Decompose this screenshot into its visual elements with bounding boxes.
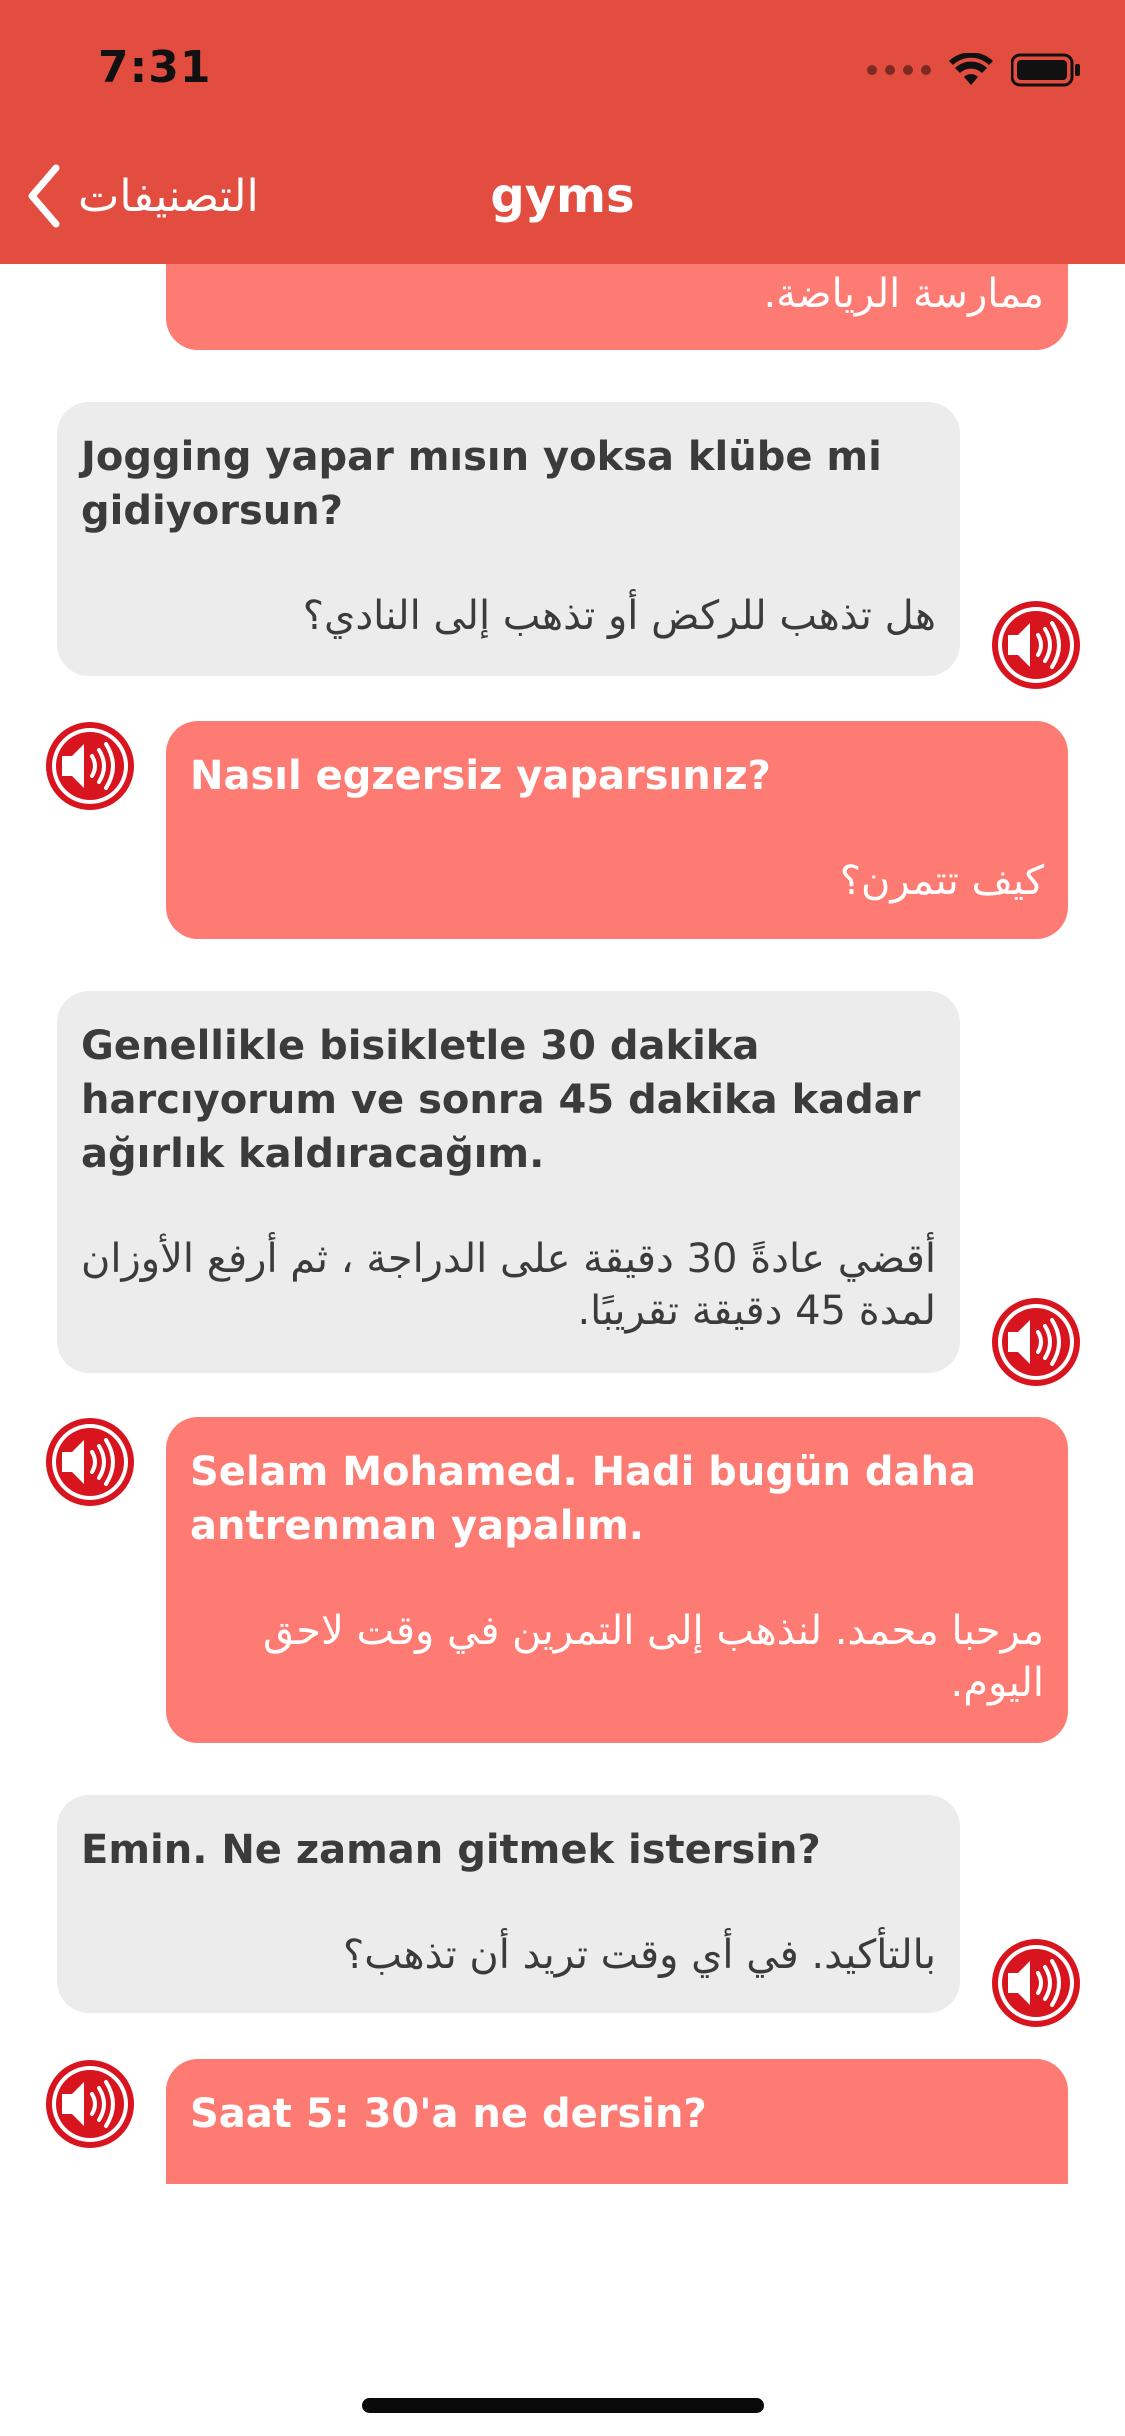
message-turkish-text: Jogging yapar mısın yoksa klübe mi gidiy…	[81, 434, 882, 534]
message-turkish-text: Selam Mohamed. Hadi bugün daha antrenman…	[190, 1449, 977, 1549]
chevron-left-icon	[28, 164, 60, 228]
home-indicator[interactable]	[362, 2398, 764, 2413]
battery-icon	[1011, 53, 1081, 87]
message-arabic-text: هل تذهب للركض أو تذهب إلى النادي؟	[302, 593, 936, 639]
message-turkish-text: Nasıl egzersiz yaparsınız?	[190, 753, 771, 799]
message-turkish-text: Emin. Ne zaman gitmek istersin?	[81, 1827, 821, 1873]
message-turkish-text: Genellikle bisikletle 30 dakika harcıyor…	[81, 1023, 921, 1177]
back-button-label: التصنيفات	[78, 170, 259, 222]
speaker-icon[interactable]	[990, 599, 1082, 691]
conversation-list[interactable]: ممارسة الرياضة. Jogging yapar mısın yoks…	[0, 264, 1125, 2184]
message-bubble-left[interactable]: Jogging yapar mısın yoksa klübe mi gidiy…	[57, 402, 960, 676]
status-icons	[867, 48, 1081, 92]
message-arabic-text: مرحبا محمد. لنذهب إلى التمرين في وقت لاح…	[262, 1608, 1044, 1706]
message-arabic-text: أقضي عادةً 30 دقيقة على الدراجة ، ثم أرف…	[80, 1236, 936, 1334]
speaker-icon[interactable]	[44, 1416, 136, 1508]
message-bubble-right[interactable]: Nasıl egzersiz yaparsınız? كيف تتمرن؟	[166, 721, 1068, 939]
message-arabic-text: كيف تتمرن؟	[839, 858, 1044, 904]
status-time: 7:31	[98, 42, 212, 93]
speaker-icon[interactable]	[990, 1296, 1082, 1388]
message-bubble-right[interactable]: ممارسة الرياضة.	[166, 264, 1068, 350]
speaker-icon[interactable]	[44, 720, 136, 812]
back-button[interactable]: التصنيفات	[24, 160, 259, 232]
message-bubble-right[interactable]: Selam Mohamed. Hadi bugün daha antrenman…	[166, 1417, 1068, 1743]
signal-icon	[867, 65, 931, 75]
speaker-icon[interactable]	[990, 1937, 1082, 2029]
message-bubble-left[interactable]: Genellikle bisikletle 30 dakika harcıyor…	[57, 991, 960, 1373]
speaker-icon[interactable]	[44, 2058, 136, 2150]
message-arabic-text: بالتأكيد. في أي وقت تريد أن تذهب؟	[342, 1932, 936, 1978]
message-turkish-text: Saat 5: 30'a ne dersin?	[190, 2091, 707, 2137]
wifi-icon	[949, 53, 993, 87]
navigation-header: 7:31 التصنيفات gyms	[0, 0, 1125, 264]
message-bubble-right[interactable]: Saat 5: 30'a ne dersin?	[166, 2059, 1068, 2184]
message-bubble-left[interactable]: Emin. Ne zaman gitmek istersin? بالتأكيد…	[57, 1795, 960, 2013]
message-arabic-text: ممارسة الرياضة.	[763, 271, 1044, 317]
